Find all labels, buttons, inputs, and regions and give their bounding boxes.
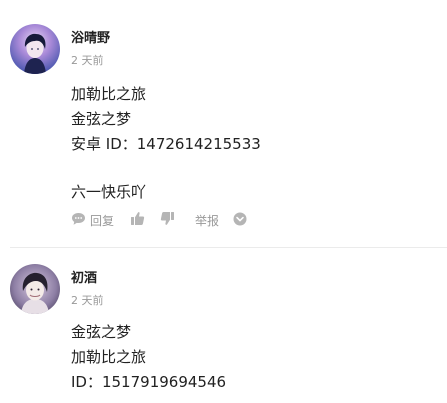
comment-actions: 回复 举报 xyxy=(71,208,271,232)
divider xyxy=(10,247,447,248)
avatar-illustration xyxy=(10,24,60,74)
report-label: 举报 xyxy=(195,213,220,228)
avatar[interactable] xyxy=(10,24,60,74)
comment-line: 六一快乐吖 xyxy=(71,183,147,201)
comment-line: 金弦之梦 xyxy=(71,323,132,341)
comment-line: ID：1517919694546 xyxy=(71,373,227,391)
chevron-down-circle-icon xyxy=(233,212,247,229)
username[interactable]: 浴晴野 xyxy=(71,27,110,46)
thumbs-down-icon xyxy=(160,211,175,229)
more-button[interactable] xyxy=(233,208,247,232)
timestamp: 2 天前 xyxy=(71,294,104,307)
comment-line: 金弦之梦 xyxy=(71,110,132,128)
like-button[interactable] xyxy=(130,208,145,232)
report-button[interactable]: 举报 xyxy=(195,208,219,232)
chat-bubble-icon xyxy=(71,212,86,229)
thumbs-up-icon xyxy=(130,211,145,229)
avatar-illustration xyxy=(10,264,60,314)
comment-line xyxy=(71,157,261,180)
comment-text: 金弦之梦 加勒比之旅 ID：1517919694546 xyxy=(71,320,226,395)
comment-line: 安卓 ID：1472614215533 xyxy=(71,135,261,153)
comment-text: 加勒比之旅 金弦之梦 安卓 ID：1472614215533 六一快乐吖 xyxy=(71,82,261,205)
dislike-button[interactable] xyxy=(160,208,175,232)
avatar[interactable] xyxy=(10,264,60,314)
timestamp: 2 天前 xyxy=(71,54,104,67)
reply-button[interactable]: 回复 xyxy=(71,208,114,232)
reply-label: 回复 xyxy=(90,213,115,228)
comment-line: 加勒比之旅 xyxy=(71,348,147,366)
comment-line: 加勒比之旅 xyxy=(71,85,147,103)
username[interactable]: 初酒 xyxy=(71,267,97,286)
